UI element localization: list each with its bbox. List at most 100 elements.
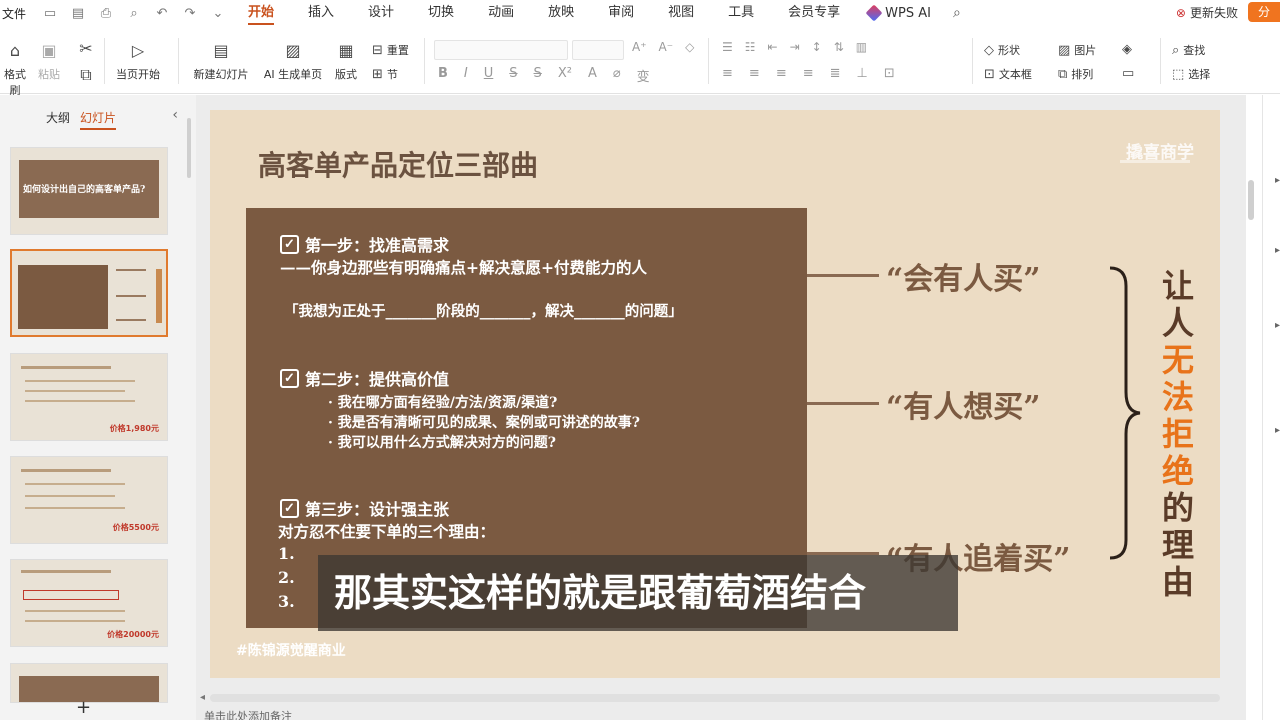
columns-icon[interactable]: ▥: [856, 40, 867, 54]
tab-2[interactable]: 设计: [368, 0, 394, 26]
bullet-list-icon[interactable]: ☰: [722, 40, 733, 54]
side-tool-icon[interactable]: ▸: [1275, 320, 1280, 331]
text-direction-icon[interactable]: ⇅: [834, 40, 844, 54]
find-button[interactable]: ⌕ 查找: [1172, 42, 1205, 58]
side-tool-icon[interactable]: ▸: [1275, 425, 1280, 436]
ribbon-divider: [424, 38, 425, 84]
highlight-icon[interactable]: ⌀: [613, 66, 621, 85]
ai-generate-label: AI 生成单页: [263, 68, 323, 81]
tab-4[interactable]: 动画: [488, 0, 514, 26]
section-button[interactable]: ⊞ 节: [372, 66, 398, 82]
vertical-char-3: 法: [1161, 378, 1194, 416]
vertical-char-5: 绝: [1161, 452, 1194, 490]
text-box-align-icon[interactable]: ⊡: [884, 66, 895, 81]
slide-panel-scrollbar[interactable]: [187, 118, 191, 178]
picture-button[interactable]: ▨ 图片: [1058, 42, 1096, 58]
distribute-icon[interactable]: ≣: [830, 66, 841, 81]
play-from-current-button[interactable]: ▷ 当页开始: [112, 40, 164, 82]
indent-icon[interactable]: ⇥: [790, 40, 800, 54]
redo-icon[interactable]: ↷: [182, 6, 198, 21]
shape-icon: ◇: [984, 42, 994, 58]
reset-icon: ⊟: [372, 42, 383, 58]
save-icon[interactable]: ▭: [42, 6, 58, 21]
chevron-down-icon[interactable]: ⌄: [210, 6, 226, 21]
thumbnail-line: [25, 610, 125, 612]
select-button[interactable]: ⬚ 选择: [1172, 66, 1210, 82]
tab-3[interactable]: 切换: [428, 0, 454, 26]
font-color-icon[interactable]: A: [588, 66, 597, 85]
print-preview-icon[interactable]: ⌕: [126, 6, 142, 21]
new-slide-button[interactable]: ▤ 新建幻灯片: [188, 40, 254, 82]
slide-thumbnail-5[interactable]: 价格20000元: [10, 559, 168, 647]
side-tool-icon[interactable]: ▸: [1275, 245, 1280, 256]
export-icon[interactable]: ▤: [70, 6, 86, 21]
clear-format-icon[interactable]: ◇: [685, 40, 694, 54]
thumbnail-line: [21, 570, 111, 573]
vertical-char-2: 无: [1161, 341, 1194, 379]
slide-thumbnail-2[interactable]: [10, 249, 168, 337]
tab-1[interactable]: 插入: [308, 0, 334, 26]
connector-line-1: [807, 274, 879, 277]
char-spacing-icon[interactable]: 变: [637, 66, 650, 85]
bold-icon[interactable]: B: [438, 66, 448, 85]
increase-font-icon[interactable]: A⁺: [632, 40, 647, 54]
tab-9[interactable]: 会员专享: [788, 0, 840, 26]
wps-ai-tab[interactable]: WPS AI: [865, 4, 931, 22]
italic-icon[interactable]: I: [464, 66, 468, 85]
strikethrough-icon[interactable]: S: [534, 66, 542, 85]
print-icon[interactable]: ⎙: [98, 6, 114, 21]
decrease-font-icon[interactable]: A⁻: [659, 40, 674, 54]
number-list-icon[interactable]: ☷: [745, 40, 756, 54]
add-slide-icon[interactable]: +: [76, 697, 91, 718]
arrange-button[interactable]: ⧉ 排列: [1058, 66, 1093, 82]
textbox-button[interactable]: ⊡ 文本框: [984, 66, 1032, 82]
justify-icon[interactable]: ≡: [803, 66, 814, 81]
share-button[interactable]: 分: [1248, 2, 1280, 22]
search-icon[interactable]: ⌕: [953, 5, 961, 21]
fill-color-icon[interactable]: ◈: [1122, 42, 1132, 57]
vertical-scrollbar[interactable]: [1248, 180, 1254, 220]
tab-8[interactable]: 工具: [728, 0, 754, 26]
vertical-align-icon[interactable]: ⊥: [857, 66, 868, 81]
reset-button[interactable]: ⊟ 重置: [372, 42, 409, 58]
tab-0[interactable]: 开始: [248, 0, 275, 26]
undo-icon[interactable]: ↶: [154, 6, 170, 21]
format-painter-button[interactable]: ⌂ 格式刷: [0, 40, 30, 98]
align-left-icon[interactable]: ≡: [722, 66, 733, 81]
paste-button[interactable]: ▣ 粘贴: [34, 40, 64, 82]
line-spacing-icon[interactable]: ↕: [812, 40, 822, 54]
collapse-panel-icon[interactable]: ‹: [172, 107, 178, 123]
tab-6[interactable]: 审阅: [608, 0, 634, 26]
step-2-bullet-1: · 我在哪方面有经验/方法/资源/渠道?: [328, 395, 558, 411]
align-right-icon[interactable]: ≡: [776, 66, 787, 81]
outline-color-icon[interactable]: ▭: [1122, 66, 1134, 81]
notes-placeholder[interactable]: 单击此处添加备注: [204, 708, 292, 720]
cut-icon[interactable]: ✂: [76, 38, 96, 64]
tab-outline[interactable]: 大纲: [46, 109, 70, 130]
scroll-left-icon[interactable]: ◂: [200, 692, 205, 703]
outdent-icon[interactable]: ⇤: [768, 40, 778, 54]
font-family-dropdown[interactable]: [434, 40, 568, 60]
ai-generate-button[interactable]: ▨ AI 生成单页: [262, 40, 324, 82]
tab-5[interactable]: 放映: [548, 0, 574, 26]
copy-icon[interactable]: ⧉: [76, 64, 96, 90]
superscript-icon[interactable]: X²: [558, 66, 572, 85]
strikethrough-icon[interactable]: S: [509, 66, 517, 85]
horizontal-scrollbar[interactable]: [210, 694, 1220, 702]
slide-thumbnail-1[interactable]: 如何设计出自己的高客单产品?: [10, 147, 168, 235]
side-tool-icon[interactable]: ▸: [1275, 175, 1280, 186]
underline-icon[interactable]: U: [484, 66, 494, 85]
layout-button[interactable]: ▦ 版式: [330, 40, 362, 82]
slide-thumbnail-3[interactable]: 价格1,980元: [10, 353, 168, 441]
shape-button[interactable]: ◇ 形状: [984, 42, 1020, 58]
font-size-dropdown[interactable]: [572, 40, 624, 60]
tab-7[interactable]: 视图: [668, 0, 694, 26]
slide-thumbnail-4[interactable]: 价格5500元: [10, 456, 168, 544]
align-center-icon[interactable]: ≡: [749, 66, 760, 81]
paste-label: 粘贴: [38, 68, 60, 81]
thumbnail-line: [21, 469, 111, 472]
update-status[interactable]: ⊗ 更新失败: [1176, 4, 1238, 21]
ribbon: ⌂ 格式刷 ▣ 粘贴 ✂ ⧉ ▷ 当页开始 ▤ 新建幻灯片 ▨ AI 生成单页 …: [0, 28, 1280, 97]
file-menu[interactable]: 文件: [2, 5, 28, 22]
tab-slides[interactable]: 幻灯片: [80, 109, 117, 130]
